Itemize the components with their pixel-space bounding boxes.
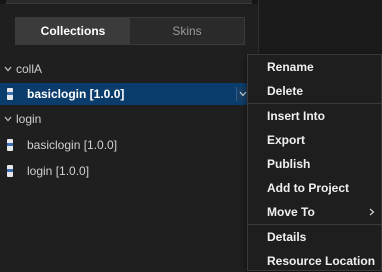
item-label: login [1.0.0]: [27, 164, 90, 178]
menu-item-details[interactable]: Details: [248, 226, 381, 248]
collection-item-icon: [7, 165, 13, 177]
top-bar: [0, 0, 258, 4]
chevron-down-icon: [4, 116, 12, 122]
tab-collections[interactable]: Collections: [16, 18, 130, 44]
menu-separator: [248, 103, 381, 104]
menu-item-add-to-project[interactable]: Add to Project: [248, 177, 381, 199]
menu-item-label: Move To: [267, 205, 315, 219]
group-header-login[interactable]: login: [0, 108, 41, 130]
collection-item-icon: [7, 88, 13, 100]
menu-item-export[interactable]: Export: [248, 129, 381, 151]
group-label: collA: [16, 62, 43, 76]
tab-skins[interactable]: Skins: [130, 18, 244, 44]
menu-item-resource-location[interactable]: Resource Location: [248, 250, 381, 272]
menu-item-insert-into[interactable]: Insert Into: [248, 105, 381, 127]
context-menu: Rename Delete Insert Into Export Publish…: [247, 54, 382, 271]
chevron-down-icon: [239, 91, 247, 97]
menu-item-delete[interactable]: Delete: [248, 80, 381, 102]
tree-item-basiclogin-login[interactable]: basiclogin [1.0.0]: [0, 134, 248, 156]
search-field[interactable]: [6, 0, 252, 4]
tree-item-basiclogin-colla[interactable]: basiclogin [1.0.0]: [0, 83, 249, 105]
collection-item-icon: [7, 139, 13, 151]
group-label: login: [16, 112, 42, 126]
menu-separator: [248, 224, 381, 225]
menu-item-publish[interactable]: Publish: [248, 153, 381, 175]
chevron-right-icon: [369, 208, 375, 216]
menu-item-move-to[interactable]: Move To: [248, 201, 381, 223]
tab-bar: Collections Skins: [15, 17, 245, 45]
menu-item-rename[interactable]: Rename: [248, 56, 381, 78]
item-label: basiclogin [1.0.0]: [27, 138, 118, 152]
chevron-down-icon: [4, 66, 12, 72]
group-header-colla[interactable]: collA: [0, 58, 42, 80]
tree-item-login-login[interactable]: login [1.0.0]: [0, 160, 248, 182]
item-label: basiclogin [1.0.0]: [27, 87, 125, 101]
